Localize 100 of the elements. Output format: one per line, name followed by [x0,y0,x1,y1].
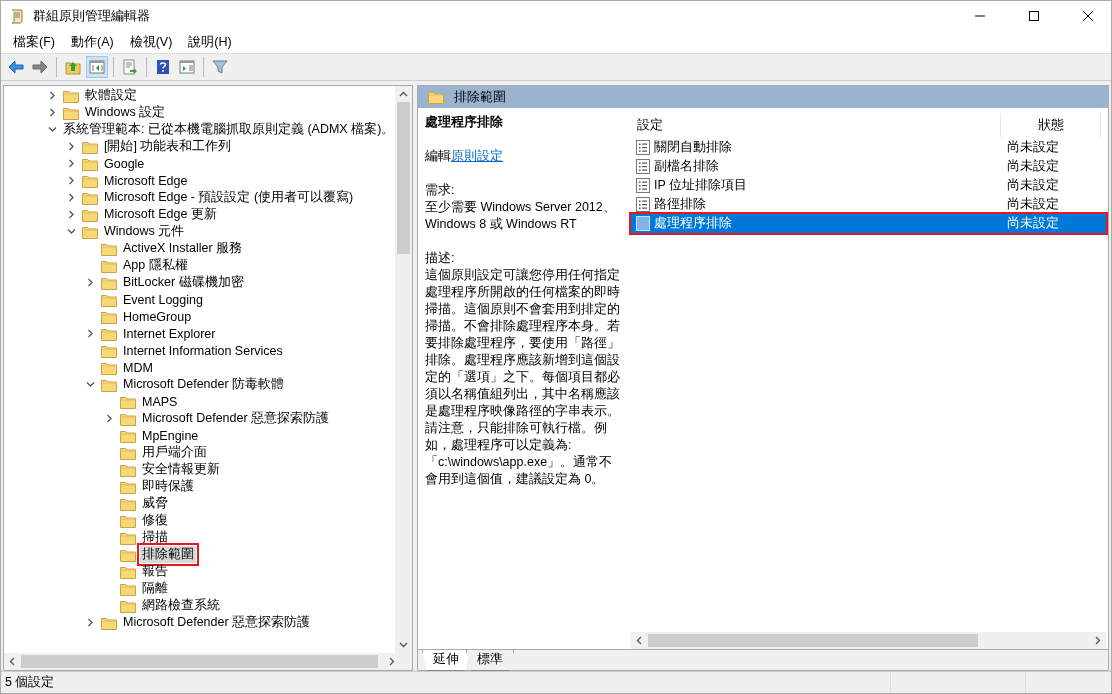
tree-item[interactable]: Microsoft Defender 惡意探索防護 [121,614,313,631]
view-tab[interactable]: 延伸 [422,650,470,671]
tree-item[interactable]: 修復 [140,512,170,529]
folder-icon [82,190,98,205]
folder-icon [63,88,79,103]
tree-item[interactable]: 網路檢查系統 [140,597,222,614]
policy-title: 處理程序排除 [425,114,504,131]
scrollbar-thumb[interactable] [648,634,978,647]
view-tab[interactable]: 標準 [466,650,514,671]
setting-status: 尚未設定 [1006,177,1059,194]
chevron-right-icon[interactable] [67,159,76,168]
tree-item[interactable]: Internet Explorer [121,326,218,341]
folder-icon [120,394,136,409]
status-text: 5 個設定 [1,672,891,693]
setting-row[interactable]: 處理程序排除 尚未設定 [631,214,1106,233]
column-header[interactable]: 狀態 [1001,113,1101,137]
menu-item[interactable]: 說明(H) [180,33,240,51]
forward-arrow-icon [32,59,48,75]
tree-item[interactable]: 即時保護 [140,478,196,495]
maximize-icon [1029,11,1039,21]
tree-item[interactable]: MAPS [140,394,180,409]
folder-icon [120,513,136,528]
tree-item[interactable]: Internet Information Services [121,343,285,358]
horizontal-scrollbar[interactable] [631,632,1106,649]
folder-icon [101,343,117,358]
chevron-down-icon[interactable] [67,227,76,236]
scrollbar-thumb[interactable] [397,102,410,254]
folder-icon [428,90,444,104]
filter-icon [212,59,228,75]
tree-item[interactable]: App 隱私權 [121,257,190,274]
tree-item[interactable]: Microsoft Defender 防毒軟體 [121,376,287,393]
chevron-right-icon[interactable] [86,329,95,338]
toolbar-button[interactable] [86,56,108,78]
tree-item[interactable]: BitLocker 磁碟機加密 [121,274,246,291]
tree-item[interactable]: Windows 元件 [102,223,187,240]
setting-icon [636,178,650,193]
column-header[interactable]: 設定 [631,113,1001,137]
tree-item[interactable]: MDM [121,360,155,375]
tree-item[interactable]: Microsoft Edge - 預設設定 (使用者可以覆寫) [102,189,356,206]
folder-icon [82,224,98,239]
setting-icon [636,197,650,212]
setting-status: 尚未設定 [1006,139,1059,156]
tree-pane-icon [89,59,105,75]
chevron-right-icon[interactable] [67,142,76,151]
setting-row[interactable]: 副檔名排除 尚未設定 [631,157,1106,176]
tree-item[interactable]: ActiveX Installer 服務 [121,240,245,257]
window-title: 群組原則管理編輯器 [33,7,151,25]
pane-title: 排除範圍 [454,88,506,106]
setting-status: 尚未設定 [1006,196,1059,213]
tree-item[interactable]: Google [102,156,147,171]
setting-name: 副檔名排除 [654,158,719,175]
setting-row[interactable]: IP 位址排除項目 尚未設定 [631,176,1106,195]
tree-item[interactable]: 安全情報更新 [140,461,222,478]
tree-item[interactable]: [開始] 功能表和工作列 [102,138,234,155]
chevron-down-icon[interactable] [86,380,95,389]
chevron-right-icon[interactable] [48,108,57,117]
menu-item[interactable]: 檢視(V) [121,33,181,51]
setting-row[interactable]: 關閉自動排除 尚未設定 [631,138,1106,157]
chevron-right-icon[interactable] [105,414,114,423]
setting-name: IP 位址排除項目 [654,177,748,194]
tree-item[interactable]: MpEngine [140,428,201,443]
tree-item[interactable]: 用戶端介面 [140,444,209,461]
chevron-right-icon[interactable] [48,91,57,100]
setting-status: 尚未設定 [1006,215,1059,232]
setting-status: 尚未設定 [1006,158,1059,175]
chevron-right-icon[interactable] [67,210,76,219]
folder-icon [101,360,117,375]
vertical-scrollbar[interactable] [395,86,412,653]
chevron-right-icon[interactable] [86,618,95,627]
tree-item[interactable]: Windows 設定 [83,104,168,121]
tree-item[interactable]: 掃描 [140,529,170,546]
folder-icon [120,428,136,443]
folder-icon [101,309,117,324]
tree-item[interactable]: 隔離 [140,580,170,597]
chevron-right-icon[interactable] [67,193,76,202]
tree-item[interactable]: Microsoft Defender 惡意探索防護 [140,410,332,427]
chevron-right-icon[interactable] [67,176,76,185]
chevron-right-icon[interactable] [86,278,95,287]
folder-icon [101,258,117,273]
folder-icon [120,530,136,545]
tree-item[interactable]: Microsoft Edge 更新 [102,206,219,223]
close-icon [1083,11,1093,21]
chevron-down-icon[interactable] [48,125,57,134]
tree-item[interactable]: Microsoft Edge [102,173,190,188]
tree-item[interactable]: 排除範圍 [140,546,196,563]
policy-settings-link[interactable]: 原則設定 [451,149,503,163]
scrollbar-thumb[interactable] [21,655,378,668]
tree-item[interactable]: 威脅 [140,495,170,512]
tree-item[interactable]: Event Logging [121,292,205,307]
tree-item[interactable]: HomeGroup [121,309,194,324]
folder-icon [101,377,117,392]
menu-item[interactable]: 檔案(F) [5,33,63,51]
tree-item[interactable]: 軟體設定 [83,87,139,104]
horizontal-scrollbar[interactable] [4,653,412,670]
requirements-label: 需求: [425,182,456,199]
tree-item[interactable]: 報告 [140,563,170,580]
setting-row[interactable]: 路徑排除 尚未設定 [631,195,1106,214]
tree-item[interactable]: 系統管理範本: 已從本機電腦抓取原則定義 (ADMX 檔案)。 [61,121,395,138]
menu-item[interactable]: 動作(A) [62,33,122,51]
setting-name: 關閉自動排除 [654,139,732,156]
